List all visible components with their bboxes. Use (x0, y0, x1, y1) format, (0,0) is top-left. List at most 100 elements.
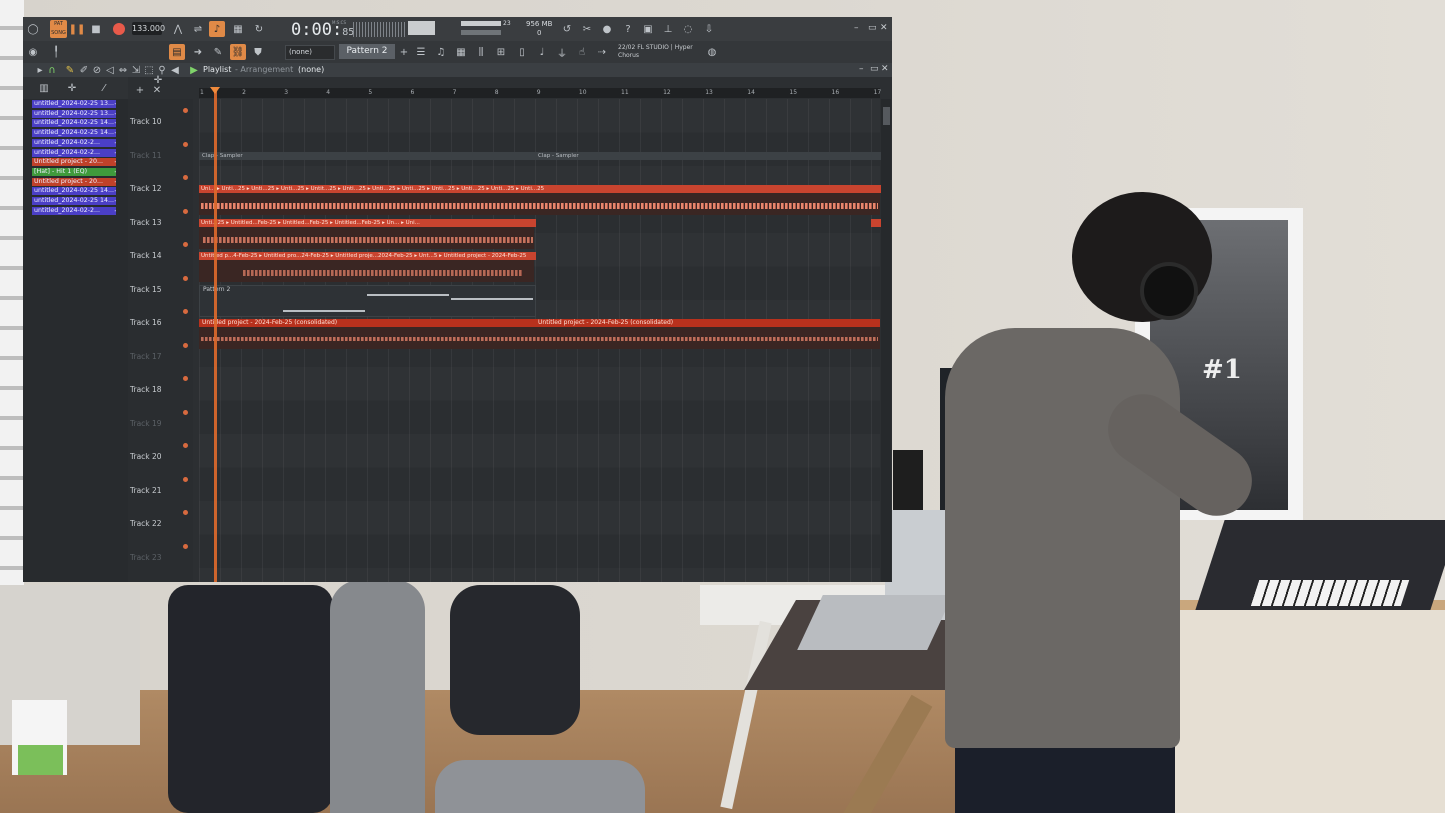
track-name[interactable]: Track 19 (130, 419, 180, 428)
piano-roll-icon[interactable]: ♫ (434, 45, 448, 59)
browser-icon[interactable]: ⊞ (494, 45, 508, 59)
delete-tool-icon[interactable]: ⊘ (90, 63, 104, 77)
chat-icon[interactable]: ◌ (681, 22, 695, 36)
picker-item-add-icon[interactable]: + (114, 178, 116, 186)
undo-icon[interactable]: ↺ (560, 22, 574, 36)
fl-menu-icon[interactable]: ◯ (26, 22, 40, 36)
playlist-arrangement[interactable]: - Arrangement (235, 65, 293, 74)
picker-item-add-icon[interactable]: + (114, 149, 116, 157)
track-name[interactable]: Track 10 (130, 117, 180, 126)
track-mute-button[interactable] (183, 376, 188, 381)
playlist-maximize-icon[interactable]: ▭ (870, 64, 879, 74)
playhead-marker-icon[interactable] (210, 87, 220, 94)
picker-item[interactable]: untitled_2024-02-25 13...+ (32, 109, 116, 118)
playlist-close-icon[interactable]: ✕ (881, 64, 889, 74)
track-name[interactable]: Track 16 (130, 318, 180, 327)
step-edit-icon[interactable]: ▦ (231, 22, 245, 36)
cut-icon[interactable]: ✂ (580, 22, 594, 36)
track-mute-button[interactable] (183, 342, 188, 348)
track-x-icon[interactable]: ✕ (150, 83, 164, 97)
playlist-icon[interactable]: ☰ (414, 45, 428, 59)
picker-item-add-icon[interactable]: + (114, 110, 116, 118)
audio-clip-header[interactable]: Uni... ▸ Unti...25 ▸ Unti...25 ▸ Unti...… (199, 185, 882, 193)
picker-item[interactable]: Untitled project - 20... + (32, 177, 116, 186)
plugin-icon[interactable]: ⊥ (661, 22, 675, 36)
track-name[interactable]: Track 23 (130, 553, 180, 562)
playback-tool-icon[interactable]: ◀ (168, 63, 182, 77)
save-icon[interactable]: ▣ (641, 22, 655, 36)
picker-item[interactable]: untitled_2024-02-2... + (32, 206, 116, 215)
globe-icon[interactable]: ◍ (705, 45, 719, 59)
track-name[interactable]: Track 18 (130, 385, 180, 394)
picker-item[interactable]: untitled_2024-02-25 13...+ (32, 100, 116, 108)
track-mute-button[interactable] (183, 409, 188, 415)
track-mute-button[interactable] (183, 108, 188, 113)
picker-list-icon[interactable]: ▥ (37, 81, 51, 95)
picker-item-add-icon[interactable]: + (114, 158, 116, 166)
track-mute-button[interactable] (183, 242, 188, 247)
microphone-icon[interactable]: ● (600, 22, 614, 36)
track-name[interactable]: Track 15 (130, 285, 180, 294)
audio-clip-header[interactable]: Unti...25 ▸ Untitled...Feb-25 ▸ Untitled… (199, 219, 536, 227)
automation-clip[interactable]: Clap - Sampler (535, 152, 883, 160)
consolidated-clip-header[interactable]: Untitled project - 2024-Feb-25 (consolid… (535, 319, 880, 327)
picker-item[interactable]: [Hat] - Hit 1 (EQ) + (32, 167, 116, 176)
record-button[interactable] (112, 22, 126, 36)
master-pitch-slider[interactable] (461, 30, 501, 35)
picker-item[interactable]: untitled_2024-02-25 14...+ (32, 197, 116, 205)
news-panel[interactable]: 22/02 FL STUDIO | Hyper Chorus (618, 44, 693, 60)
loop-record-icon[interactable]: ↻ (252, 22, 266, 36)
picker-item-add-icon[interactable]: + (114, 168, 116, 176)
picker-item-add-icon[interactable]: + (114, 129, 116, 137)
slip-tool-icon[interactable]: ⇔ (116, 63, 130, 77)
audio-clip-header[interactable]: Untitled p...4-Feb-25 ▸ Untitled pro...2… (199, 252, 536, 260)
playlist-view-icon[interactable]: ▤ (169, 44, 185, 60)
download-icon[interactable]: ⇩ (702, 22, 716, 36)
track-mute-button[interactable] (183, 175, 188, 180)
pencil-icon[interactable]: ✎ (211, 45, 225, 59)
picker-item[interactable]: untitled_2024-02-25 14...+ (32, 129, 116, 138)
close-icon[interactable]: ✕ (880, 23, 888, 33)
mute-tool-icon[interactable]: ◁ (103, 63, 117, 77)
picker-item[interactable]: untitled_2024-02-2... + (32, 148, 116, 157)
picker-item[interactable]: Untitled project - 20... + (32, 158, 116, 167)
picker-item-add-icon[interactable]: + (114, 100, 116, 108)
draw-tool-icon[interactable]: ✎ (63, 63, 77, 77)
vertical-scrollbar[interactable] (881, 99, 891, 582)
track-name[interactable]: Track 11 (130, 151, 180, 160)
mixer-icon[interactable]: ⫼ (474, 45, 488, 59)
stop-icon[interactable]: ■ (89, 22, 103, 36)
picker-item-add-icon[interactable]: + (114, 207, 116, 215)
pause-icon[interactable]: ❚❚ (69, 22, 86, 36)
track-plus-icon[interactable]: + (133, 83, 147, 97)
track-name[interactable]: Track 21 (130, 486, 180, 495)
scrollbar-thumb[interactable] (883, 107, 890, 125)
track-mute-button[interactable] (183, 141, 188, 147)
track-mute-button[interactable] (183, 443, 188, 448)
file-icon[interactable]: ▯ (515, 45, 529, 59)
picker-item-add-icon[interactable]: + (114, 187, 116, 195)
magnet-icon[interactable]: ∩ (45, 63, 59, 77)
picker-tracks-icon[interactable]: ✛ (65, 81, 79, 95)
picker-item-add-icon[interactable]: + (114, 197, 116, 205)
minimize-icon[interactable]: – (854, 23, 859, 33)
countdown-icon[interactable]: ♪ (209, 21, 225, 37)
track-mute-button[interactable] (183, 543, 188, 549)
share-icon[interactable]: ⇢ (595, 45, 609, 59)
pattern-clip[interactable] (199, 285, 536, 317)
picker-item[interactable]: untitled_2024-02-25 14...+ (32, 119, 116, 128)
wait-input-icon[interactable]: ⇌ (191, 22, 205, 36)
picker-item-add-icon[interactable]: + (114, 139, 116, 147)
track-name[interactable]: Track 14 (130, 251, 180, 260)
track-name[interactable]: Track 12 (130, 184, 180, 193)
track-mute-button[interactable] (183, 208, 188, 214)
plugin-db-icon[interactable]: ♩ (535, 45, 549, 59)
tempo-display[interactable]: 133.000 (132, 22, 165, 35)
pat-song-toggle[interactable]: PAT SONG (50, 20, 67, 38)
track-name[interactable]: Track 22 (130, 519, 180, 528)
picker-item[interactable]: untitled_2024-02-25 14...+ (32, 187, 116, 196)
snap-selector[interactable]: (none) (285, 45, 335, 60)
maximize-icon[interactable]: ▭ (868, 23, 877, 33)
playlist-minimize-icon[interactable]: – (859, 64, 864, 74)
playlist-snap[interactable]: (none) (298, 65, 324, 74)
